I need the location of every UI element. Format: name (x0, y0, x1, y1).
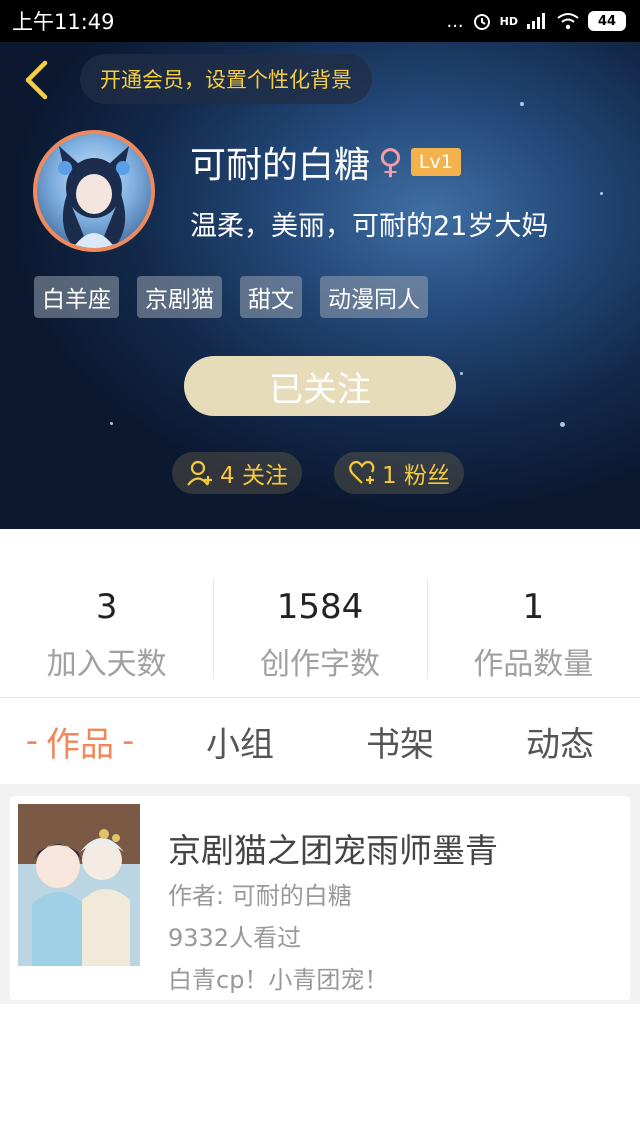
work-card[interactable]: 京剧猫之团宠雨师墨青 作者: 可耐的白糖 9332人看过 白青cp！小青团宠！ (10, 796, 630, 1000)
fans-count: 1 粉丝 (382, 463, 450, 489)
stat-value: 1584 (276, 587, 364, 627)
female-icon: ♀ (378, 142, 403, 182)
bio: 温柔，美丽，可耐的21岁大妈 (190, 211, 549, 242)
tab-bar: - 作品 - 小组 书架 动态 (0, 698, 640, 784)
tab-works[interactable]: - 作品 - (0, 698, 160, 784)
work-author: 作者: 可耐的白糖 (168, 882, 352, 910)
works-list: 京剧猫之团宠雨师墨青 作者: 可耐的白糖 9332人看过 白青cp！小青团宠！ (0, 784, 640, 1004)
work-views: 9332人看过 (168, 924, 302, 952)
stat-label: 加入天数 (46, 647, 167, 682)
tab-activity[interactable]: 动态 (480, 698, 640, 784)
empty-area (0, 1004, 640, 1138)
alarm-icon (473, 14, 490, 30)
back-button[interactable] (16, 58, 56, 102)
stat-word-count: 1584 创作字数 (213, 529, 426, 697)
nickname: 可耐的白糖 (190, 145, 371, 186)
stats-row: 3 加入天数 1584 创作字数 1 作品数量 (0, 529, 640, 697)
tag[interactable]: 白羊座 (34, 276, 119, 318)
user-add-icon (187, 460, 212, 486)
stat-join-days: 3 加入天数 (0, 529, 213, 697)
followed-button[interactable]: 已关注 (184, 356, 456, 416)
following-count-button[interactable]: 4 关注 (172, 452, 302, 494)
background-sparkle (600, 192, 603, 195)
stat-label: 作品数量 (473, 647, 594, 682)
network-type-icon: HD (499, 14, 518, 28)
tab-groups[interactable]: 小组 (160, 698, 320, 784)
background-sparkle (460, 372, 463, 375)
status-time: 上午11:49 (12, 10, 115, 34)
tab-indicator: - (122, 721, 135, 761)
more-dots-icon: ... (446, 10, 464, 32)
work-cover-image (18, 804, 140, 966)
profile-header: 开通会员，设置个性化背景 可耐的白糖 ♀ Lv1 温柔，美丽，可耐的21岁大妈 … (0, 42, 640, 529)
tab-bookshelf[interactable]: 书架 (320, 698, 480, 784)
chevron-left-icon (25, 60, 48, 100)
wifi-icon (557, 13, 579, 30)
tag-list: 白羊座 京剧猫 甜文 动漫同人 (34, 276, 428, 318)
battery-icon: 44 (588, 11, 626, 31)
tag[interactable]: 动漫同人 (320, 276, 428, 318)
background-sparkle (560, 422, 565, 427)
tab-label: 小组 (206, 724, 274, 765)
background-sparkle (110, 422, 113, 425)
signal-icon (527, 13, 545, 29)
tag[interactable]: 甜文 (240, 276, 302, 318)
status-bar: 上午11:49 ... HD 44 (0, 0, 640, 42)
stat-work-count: 1 作品数量 (426, 529, 640, 697)
stat-value: 1 (522, 587, 545, 627)
vip-background-button[interactable]: 开通会员，设置个性化背景 (80, 54, 372, 104)
stat-value: 3 (95, 587, 118, 627)
status-icons: ... HD 44 (446, 11, 626, 32)
heart-plus-icon (349, 460, 375, 484)
avatar[interactable] (33, 130, 155, 252)
work-description: 白青cp！小青团宠！ (168, 966, 389, 994)
tag[interactable]: 京剧猫 (137, 276, 222, 318)
work-title: 京剧猫之团宠雨师墨青 (168, 831, 498, 870)
stat-label: 创作字数 (259, 647, 380, 682)
following-count: 4 关注 (220, 463, 288, 489)
tab-label: 作品 (46, 724, 114, 765)
tab-label: 书架 (366, 724, 434, 765)
profile-screen: 上午11:49 ... HD 44 开通会员，设置个性化背景 可耐的白糖 ♀ L… (0, 0, 640, 1138)
fans-count-button[interactable]: 1 粉丝 (334, 452, 464, 494)
tab-label: 动态 (526, 724, 594, 765)
level-badge: Lv1 (410, 148, 461, 176)
background-sparkle (520, 102, 524, 106)
cover-illustration (18, 804, 140, 966)
nickname-row: 可耐的白糖 ♀ Lv1 (190, 136, 461, 188)
avatar-image (58, 146, 130, 248)
tab-indicator: - (25, 721, 38, 761)
